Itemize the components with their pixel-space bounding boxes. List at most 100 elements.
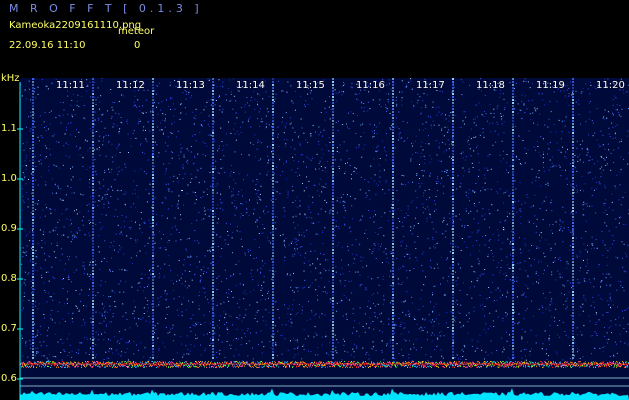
noise-speckle [320, 131, 322, 133]
minute-marker-dot [92, 186, 94, 188]
noise-speckle [623, 92, 625, 94]
noise-speckle [25, 284, 26, 286]
noise-speckle [405, 212, 407, 214]
minute-marker-dot [452, 147, 454, 149]
noise-speckle [372, 136, 374, 138]
noise-speckle [68, 123, 70, 125]
noise-speckle [174, 226, 176, 228]
noise-speckle [377, 303, 379, 305]
noise-speckle [406, 245, 408, 247]
minute-marker-dot [32, 114, 34, 116]
noise-speckle [548, 118, 550, 120]
noise-speckle [423, 192, 425, 194]
noise-speckle [158, 82, 160, 84]
noise-speckle [201, 125, 203, 127]
noise-speckle [197, 170, 199, 172]
noise-speckle [284, 125, 286, 127]
noise-speckle [507, 102, 509, 104]
noise-speckle [44, 157, 46, 159]
noise-speckle [78, 227, 80, 229]
noise-speckle [498, 262, 500, 264]
noise-speckle [346, 316, 348, 318]
noise-speckle [403, 338, 405, 340]
noise-speckle [600, 130, 602, 132]
noise-speckle [317, 299, 319, 301]
noise-speckle [65, 194, 67, 196]
noise-speckle [169, 84, 171, 86]
noise-speckle [285, 324, 287, 326]
noise-speckle [518, 200, 520, 202]
noise-speckle [512, 173, 514, 174]
noise-speckle [82, 261, 84, 263]
noise-speckle [585, 231, 587, 233]
noise-speckle [600, 297, 602, 299]
noise-speckle [497, 316, 499, 318]
minute-marker-dot [92, 351, 94, 353]
noise-speckle [403, 140, 405, 142]
noise-speckle [89, 288, 90, 290]
noise-speckle [416, 102, 418, 104]
noise-speckle [422, 195, 424, 197]
noise-speckle [530, 119, 532, 121]
noise-speckle [225, 313, 227, 315]
noise-speckle [322, 291, 324, 293]
noise-speckle [54, 278, 56, 279]
noise-speckle [35, 166, 37, 167]
noise-speckle [238, 191, 240, 193]
noise-speckle [246, 175, 248, 177]
noise-speckle [233, 273, 235, 275]
noise-speckle [200, 323, 202, 325]
noise-speckle [457, 246, 459, 248]
noise-speckle [520, 211, 522, 213]
minute-marker-dot [32, 240, 34, 242]
noise-speckle [55, 193, 57, 194]
noise-speckle [62, 342, 64, 344]
noise-speckle [488, 209, 490, 211]
minute-marker-dot [332, 213, 334, 215]
minute-marker-dot [332, 327, 334, 329]
noise-speckle [404, 184, 406, 186]
noise-speckle [133, 300, 135, 302]
noise-speckle [575, 101, 577, 103]
noise-speckle [265, 320, 267, 322]
noise-speckle [587, 88, 589, 90]
noise-speckle [424, 208, 426, 210]
minute-marker-dot [452, 201, 454, 203]
noise-speckle [354, 343, 355, 345]
minute-marker-dot [212, 165, 214, 167]
noise-speckle [524, 147, 526, 149]
noise-speckle [371, 252, 373, 254]
noise-speckle [254, 98, 256, 100]
noise-speckle [188, 237, 190, 239]
noise-speckle [263, 346, 265, 348]
noise-speckle [231, 202, 233, 204]
noise-speckle [398, 128, 400, 130]
noise-speckle [290, 318, 292, 320]
noise-speckle [154, 166, 156, 167]
noise-speckle [117, 189, 119, 191]
noise-speckle [236, 130, 238, 132]
noise-speckle [288, 244, 290, 246]
noise-speckle [565, 334, 567, 336]
minute-marker-dot [212, 105, 214, 107]
minute-marker-dot [392, 147, 394, 149]
noise-speckle [103, 203, 105, 205]
noise-speckle [118, 145, 119, 147]
noise-speckle [324, 227, 326, 229]
noise-speckle [241, 153, 242, 155]
minute-marker-dot [92, 129, 94, 131]
noise-speckle [234, 123, 236, 125]
noise-speckle [320, 208, 322, 210]
noise-speckle [121, 269, 123, 271]
noise-speckle [154, 141, 156, 143]
noise-speckle [568, 87, 570, 89]
noise-speckle [23, 201, 25, 203]
noise-speckle [59, 198, 61, 200]
noise-speckle [60, 235, 62, 237]
noise-speckle [467, 197, 469, 199]
minute-marker-dot [32, 237, 34, 239]
noise-speckle [577, 156, 579, 158]
minute-marker-dot [32, 357, 34, 359]
noise-speckle [353, 327, 355, 329]
noise-speckle [312, 196, 314, 198]
